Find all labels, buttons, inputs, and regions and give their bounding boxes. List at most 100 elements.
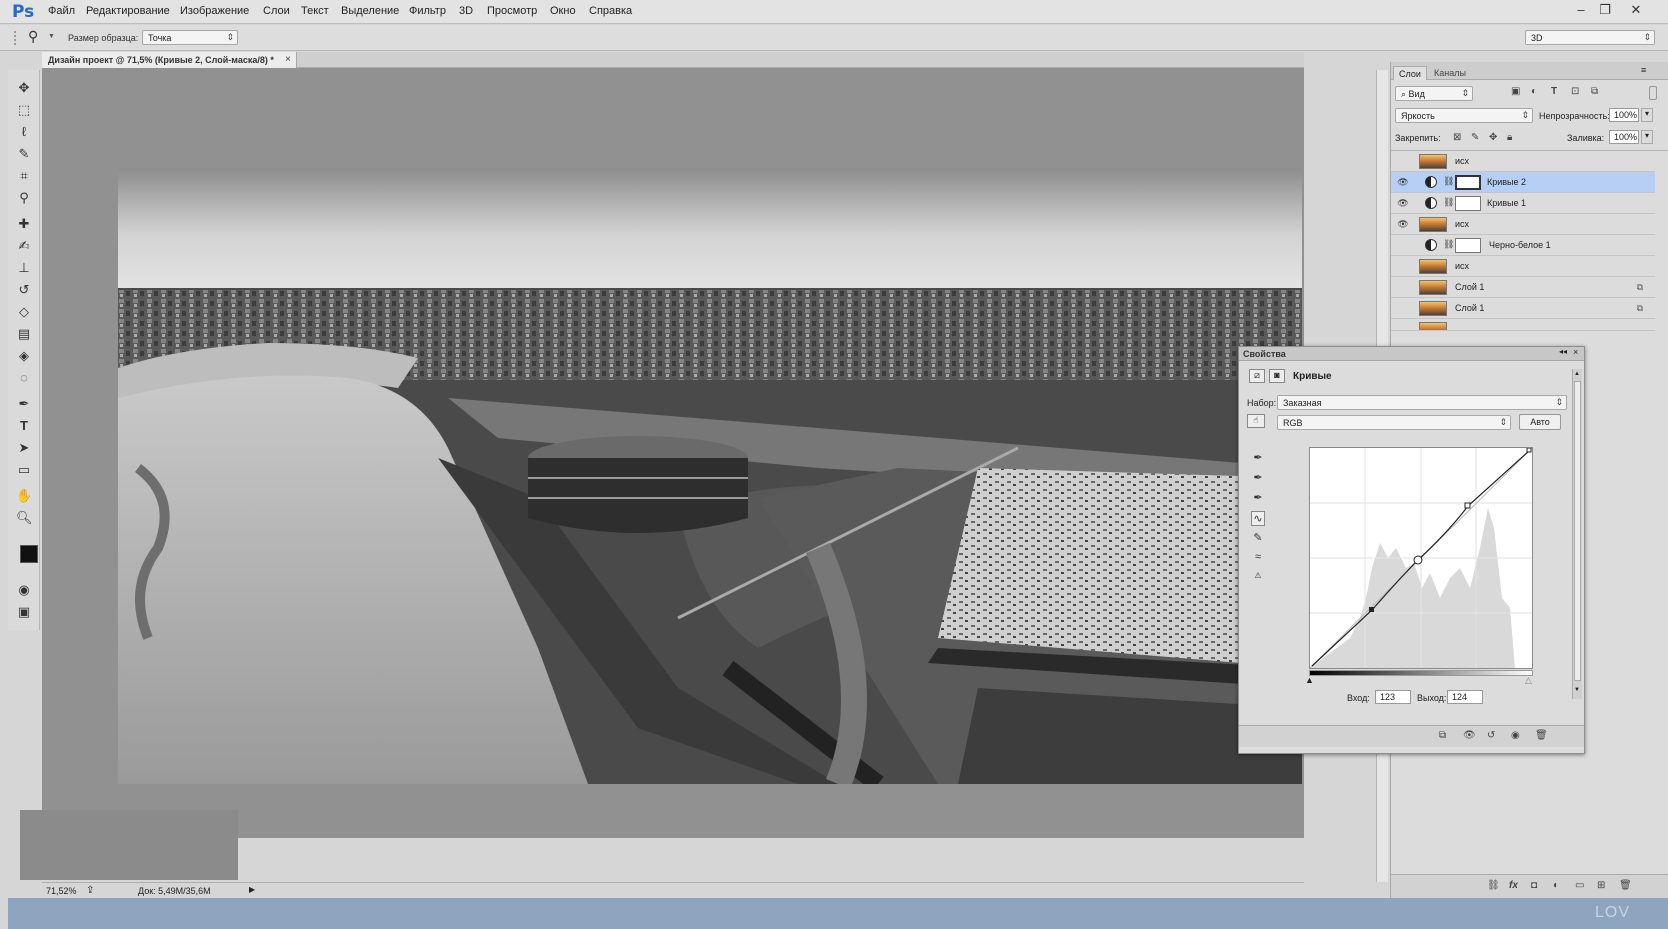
zoom-tool-icon[interactable]: 🔍︎ — [16, 510, 33, 526]
properties-scrollbar[interactable]: ▲ ▼ — [1572, 369, 1582, 699]
collapse-icon[interactable]: ◂◂ — [1559, 347, 1567, 356]
blend-mode-select[interactable]: Яркость — [1395, 108, 1533, 123]
filter-shape-icon[interactable]: ⊡ — [1571, 86, 1579, 97]
brush-tool-icon[interactable]: ✍ — [16, 238, 32, 254]
opacity-input[interactable]: 100% — [1609, 108, 1639, 122]
visibility-toggle[interactable] — [1397, 155, 1409, 167]
visibility-toggle[interactable] — [1397, 302, 1409, 314]
restore-button[interactable]: ❐ — [1594, 2, 1616, 19]
properties-header[interactable]: Свойства ◂◂ × — [1239, 347, 1584, 361]
filter-smart-icon[interactable]: ⧉ — [1591, 86, 1598, 97]
layer-row[interactable]: ⛓ Черно-белое 1 — [1391, 235, 1655, 256]
hand-tool-icon[interactable]: ✋ — [16, 488, 32, 504]
new-group-icon[interactable]: ▭ — [1575, 880, 1584, 891]
lock-pixels-icon[interactable]: ✎ — [1471, 132, 1479, 143]
mask-icon[interactable]: ◙ — [1269, 369, 1285, 383]
history-brush-icon[interactable]: ↺ — [16, 282, 32, 298]
menu-select[interactable]: Выделение — [341, 5, 399, 17]
add-mask-icon[interactable]: ◘ — [1531, 880, 1537, 891]
type-tool-icon[interactable]: T — [16, 418, 32, 434]
curves-adjustment-icon[interactable]: ⧄ — [1249, 369, 1265, 383]
curve-points-tool-icon[interactable]: ∿ — [1251, 511, 1265, 526]
black-slider-icon[interactable]: ▲ — [1305, 675, 1314, 685]
reset-icon[interactable]: ↺ — [1487, 730, 1495, 741]
output-value-field[interactable]: 124 — [1447, 690, 1483, 704]
link-chain-icon[interactable]: ⛓ — [1443, 239, 1454, 250]
workspace-select[interactable]: 3D — [1525, 30, 1655, 45]
grip-handle[interactable] — [14, 31, 20, 45]
layer-mask-thumbnail[interactable] — [1455, 238, 1481, 253]
layer-filter-select[interactable]: ⌕ Вид — [1395, 86, 1473, 101]
path-select-icon[interactable]: ➤ — [16, 440, 32, 456]
curve-point-active[interactable] — [1413, 555, 1423, 565]
layer-row[interactable]: 👁︎ ⛓ Кривые 1 — [1391, 193, 1655, 214]
link-chain-icon[interactable]: ⛓ — [1443, 176, 1454, 187]
new-adjustment-icon[interactable]: ◐ — [1553, 880, 1559, 891]
quick-mask-icon[interactable]: ◉ — [16, 582, 32, 598]
opacity-slider-arrow-icon[interactable]: ▾ — [1641, 108, 1653, 122]
eye-icon[interactable]: 👁︎ — [1397, 197, 1409, 209]
fx-icon[interactable]: fx — [1509, 880, 1518, 891]
clipping-warning-icon[interactable]: ⚠ — [1251, 571, 1265, 580]
marquee-tool-icon[interactable]: ⬚ — [16, 102, 32, 118]
document-close-icon[interactable]: × — [285, 54, 291, 65]
lasso-tool-icon[interactable]: ℓ — [16, 124, 32, 140]
document-tab[interactable]: Дизайн проект @ 71,5% (Кривые 2, Слой-ма… — [42, 52, 297, 68]
lock-transparent-icon[interactable]: ⊠ — [1453, 132, 1461, 143]
scroll-up-icon[interactable]: ▲ — [1574, 371, 1580, 377]
foreground-color-swatch[interactable] — [20, 545, 38, 563]
smooth-curve-icon[interactable]: ≈ — [1251, 551, 1265, 563]
layer-mask-thumbnail[interactable] — [1455, 175, 1481, 190]
input-value-field[interactable]: 123 — [1375, 690, 1411, 704]
move-tool-icon[interactable]: ✥ — [16, 80, 32, 96]
export-icon[interactable]: ⇪ — [86, 885, 94, 896]
scroll-thumb[interactable] — [1574, 381, 1581, 681]
layer-row-selected[interactable]: 👁︎ ⛓ Кривые 2 — [1391, 172, 1655, 193]
close-window-button[interactable]: ✕ — [1625, 2, 1647, 19]
target-adjust-icon[interactable]: ☝ — [1247, 414, 1265, 428]
scroll-down-icon[interactable]: ▼ — [1574, 687, 1580, 693]
white-slider-icon[interactable]: △ — [1525, 675, 1532, 686]
menu-type[interactable]: Текст — [301, 5, 329, 17]
menu-window[interactable]: Окно — [550, 5, 576, 17]
eyedropper-tool-icon[interactable]: ⚲ — [28, 28, 38, 45]
curve-point[interactable] — [1464, 502, 1471, 509]
eyedropper-icon[interactable]: ⚲ — [16, 190, 32, 206]
eraser-tool-icon[interactable]: ◇ — [16, 304, 32, 320]
toggle-visibility-icon[interactable]: ◉ — [1511, 730, 1520, 741]
menu-layers[interactable]: Слои — [263, 5, 290, 17]
menu-file[interactable]: Файл — [48, 5, 75, 17]
pen-tool-icon[interactable]: ✒ — [16, 396, 32, 412]
menu-view[interactable]: Просмотр — [487, 5, 537, 17]
eye-icon[interactable]: 👁︎ — [1397, 176, 1409, 188]
channel-select[interactable]: RGB — [1277, 415, 1511, 430]
blur-tool-icon[interactable]: ◈ — [16, 348, 32, 364]
menu-edit[interactable]: Редактирование — [86, 5, 170, 17]
preset-select[interactable]: Заказная — [1277, 395, 1567, 410]
view-previous-state-icon[interactable]: 👁︎ — [1463, 730, 1476, 741]
filter-toggle[interactable] — [1649, 86, 1657, 100]
fill-input[interactable]: 100% — [1609, 130, 1639, 144]
document-canvas[interactable] — [118, 168, 1302, 784]
crop-tool-icon[interactable]: ⌗ — [16, 168, 32, 184]
link-layers-icon[interactable]: ⛓ — [1487, 880, 1500, 891]
filter-pixel-icon[interactable]: ▣ — [1511, 86, 1520, 97]
panel-menu-icon[interactable]: ≡ — [1641, 65, 1646, 75]
tool-preset-arrow-icon[interactable]: ▼ — [48, 33, 55, 40]
white-point-eyedropper-icon[interactable]: ✒ — [1251, 491, 1265, 504]
eye-icon[interactable]: 👁︎ — [1397, 218, 1409, 230]
menu-filter[interactable]: Фильтр — [409, 5, 446, 17]
filter-adjustment-icon[interactable]: ◐ — [1531, 86, 1537, 97]
lock-position-icon[interactable]: ✥ — [1489, 132, 1497, 143]
tab-properties[interactable]: Свойства — [1243, 349, 1286, 359]
delete-layer-icon[interactable]: 🗑︎ — [1619, 880, 1632, 891]
shape-tool-icon[interactable]: ▭ — [16, 462, 32, 478]
tab-layers[interactable]: Слои — [1393, 66, 1427, 80]
layer-row[interactable]: 👁︎ исх — [1391, 214, 1655, 235]
layer-row[interactable]: исх — [1391, 256, 1655, 277]
link-chain-icon[interactable]: ⛓ — [1443, 197, 1454, 208]
layer-row-partial[interactable] — [1391, 319, 1655, 331]
clip-to-layer-icon[interactable]: ⧉ — [1439, 730, 1446, 741]
healing-brush-icon[interactable]: ✚ — [16, 216, 32, 232]
layer-row[interactable]: Слой 1 ⧉ — [1391, 298, 1655, 319]
